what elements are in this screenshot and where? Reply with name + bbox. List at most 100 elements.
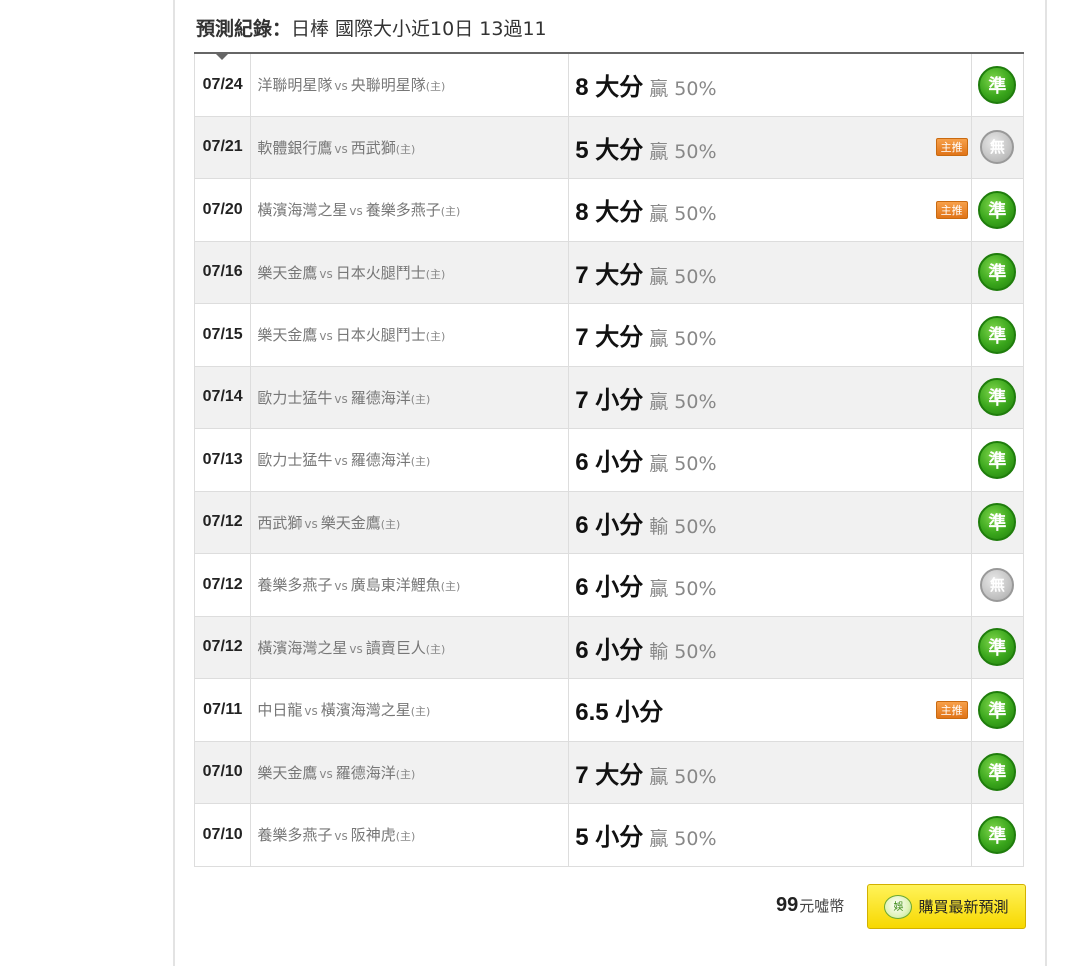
home-team: 日本火腿鬥士 xyxy=(335,263,426,282)
win-mark-icon: 準 xyxy=(978,315,1017,354)
void-mark-icon: 無 xyxy=(980,567,1015,602)
vs-label: vs xyxy=(319,329,333,344)
prediction-value: 7 大分 xyxy=(575,324,644,352)
prediction-odds: 贏 50% xyxy=(649,140,717,163)
row-result: 準 xyxy=(970,678,1025,742)
row-matchup: 軟體銀行鷹 vs 西武獅(主) xyxy=(250,115,570,179)
row-date: 07/12 xyxy=(193,553,252,617)
vs-label: vs xyxy=(334,579,348,594)
prediction-value: 6 小分 xyxy=(575,574,644,602)
home-tag: (主) xyxy=(395,767,416,781)
home-tag: (主) xyxy=(425,267,446,281)
win-mark-icon: 準 xyxy=(978,815,1017,854)
table-row: 07/16 樂天金鷹 vs 日本火腿鬥士(主) 7 大分贏 50% 準 xyxy=(193,240,1025,304)
row-matchup: 樂天金鷹 vs 日本火腿鬥士(主) xyxy=(250,240,570,304)
win-mark-icon: 準 xyxy=(978,378,1017,417)
row-prediction: 7 小分贏 50% xyxy=(568,365,972,429)
prediction-record-page: 預測紀錄：日棒 國際大小近10日 13過11 07/24 洋聯明星隊 vs 央聯明星隊… xyxy=(0,0,1080,966)
prediction-value: 5 小分 xyxy=(575,824,644,852)
row-date: 07/16 xyxy=(193,240,252,304)
row-result: 準 xyxy=(970,240,1025,304)
row-prediction: 6.5 小分 主推 xyxy=(568,678,972,742)
row-date: 07/10 xyxy=(193,803,252,867)
table-row: 07/12 養樂多燕子 vs 廣島東洋鯉魚(主) 6 小分贏 50% 無 xyxy=(193,553,1025,617)
vs-label: vs xyxy=(349,204,363,219)
vs-label: vs xyxy=(304,704,318,719)
row-matchup: 歐力士猛牛 vs 羅德海洋(主) xyxy=(250,365,570,429)
table-row: 07/11 中日龍 vs 橫濱海灣之星(主) 6.5 小分 主推準 xyxy=(193,678,1025,742)
price-display: 99元噓幣 xyxy=(776,892,844,918)
row-prediction: 6 小分贏 50% xyxy=(568,428,972,492)
home-tag: (主) xyxy=(425,330,446,344)
away-team: 歐力士猛牛 xyxy=(257,388,333,407)
home-team: 羅德海洋 xyxy=(335,763,396,782)
row-date: 07/10 xyxy=(193,740,252,804)
prediction-odds: 贏 50% xyxy=(649,390,717,413)
prediction-odds: 輸 50% xyxy=(649,640,717,663)
row-matchup: 養樂多燕子 vs 廣島東洋鯉魚(主) xyxy=(250,553,570,617)
prediction-value: 6.5 小分 xyxy=(575,699,664,727)
row-prediction: 6 小分輸 50% xyxy=(568,490,972,554)
vs-label: vs xyxy=(334,141,348,156)
home-team: 讀賣巨人 xyxy=(365,638,426,657)
prediction-value: 6 小分 xyxy=(575,511,644,539)
row-date: 07/13 xyxy=(193,428,252,492)
home-tag: (主) xyxy=(425,80,446,94)
home-tag: (主) xyxy=(410,392,431,406)
right-divider xyxy=(1045,0,1047,966)
row-prediction: 7 大分贏 50% xyxy=(568,303,972,367)
left-divider xyxy=(173,0,175,966)
row-prediction: 8 大分贏 50% 主推 xyxy=(568,178,972,242)
prediction-table: 07/24 洋聯明星隊 vs 央聯明星隊(主) 8 大分贏 50% 準 07/21 軟體銀行鷹… xyxy=(193,54,1025,867)
vs-label: vs xyxy=(349,641,363,656)
row-result: 準 xyxy=(970,303,1025,367)
record-heading-summary: 日棒 國際大小近10日 13過11 xyxy=(291,18,547,40)
row-prediction: 8 大分贏 50% xyxy=(568,54,972,117)
prediction-odds: 贏 50% xyxy=(649,578,717,601)
prediction-odds: 贏 50% xyxy=(649,203,717,226)
buy-latest-prediction-button[interactable]: 娛 購買最新預測 xyxy=(867,884,1026,929)
row-prediction: 6 小分輸 50% xyxy=(568,615,972,679)
main-pick-badge: 主推 xyxy=(935,700,968,719)
prediction-value: 6 小分 xyxy=(575,636,644,664)
home-team: 羅德海洋 xyxy=(350,451,411,470)
row-date: 07/11 xyxy=(193,678,252,742)
home-team: 樂天金鷹 xyxy=(320,513,381,532)
prediction-value: 7 大分 xyxy=(575,261,644,289)
main-pick-badge: 主推 xyxy=(935,200,968,219)
row-result: 準 xyxy=(970,490,1025,554)
table-row: 07/10 養樂多燕子 vs 阪神虎(主) 5 小分贏 50% 準 xyxy=(193,803,1025,867)
row-date: 07/24 xyxy=(193,54,252,117)
win-mark-icon: 準 xyxy=(978,65,1017,104)
vs-label: vs xyxy=(334,391,348,406)
win-mark-icon: 準 xyxy=(978,753,1017,792)
row-matchup: 橫濱海灣之星 vs 讀賣巨人(主) xyxy=(250,615,570,679)
row-result: 準 xyxy=(970,428,1025,492)
row-matchup: 樂天金鷹 vs 日本火腿鬥士(主) xyxy=(250,303,570,367)
prediction-value: 8 大分 xyxy=(575,199,644,227)
heading-caret-icon xyxy=(216,54,228,60)
table-row: 07/24 洋聯明星隊 vs 央聯明星隊(主) 8 大分贏 50% 準 xyxy=(193,54,1025,117)
prediction-odds: 輸 50% xyxy=(649,515,717,538)
row-result: 準 xyxy=(970,803,1025,867)
home-tag: (主) xyxy=(410,705,431,719)
row-prediction: 7 大分贏 50% xyxy=(568,740,972,804)
home-team: 阪神虎 xyxy=(350,826,396,845)
record-heading-label: 預測紀錄： xyxy=(196,18,292,40)
row-date: 07/12 xyxy=(193,490,252,554)
away-team: 養樂多燕子 xyxy=(257,576,333,595)
row-prediction: 6 小分贏 50% xyxy=(568,553,972,617)
table-row: 07/13 歐力士猛牛 vs 羅德海洋(主) 6 小分贏 50% 準 xyxy=(193,428,1025,492)
row-date: 07/20 xyxy=(193,178,252,242)
prediction-odds: 贏 50% xyxy=(649,828,717,851)
table-row: 07/21 軟體銀行鷹 vs 西武獅(主) 5 大分贏 50% 主推無 xyxy=(193,115,1025,179)
row-date: 07/12 xyxy=(193,615,252,679)
row-result: 準 xyxy=(970,615,1025,679)
table-row: 07/12 西武獅 vs 樂天金鷹(主) 6 小分輸 50% 準 xyxy=(193,490,1025,554)
vs-label: vs xyxy=(319,766,333,781)
home-tag: (主) xyxy=(395,142,416,156)
table-row: 07/20 橫濱海灣之星 vs 養樂多燕子(主) 8 大分贏 50% 主推準 xyxy=(193,178,1025,242)
table-row: 07/12 橫濱海灣之星 vs 讀賣巨人(主) 6 小分輸 50% 準 xyxy=(193,615,1025,679)
prediction-rows: 07/24 洋聯明星隊 vs 央聯明星隊(主) 8 大分贏 50% 準 07/21 軟體銀行鷹… xyxy=(193,54,1025,867)
row-date: 07/15 xyxy=(193,303,252,367)
